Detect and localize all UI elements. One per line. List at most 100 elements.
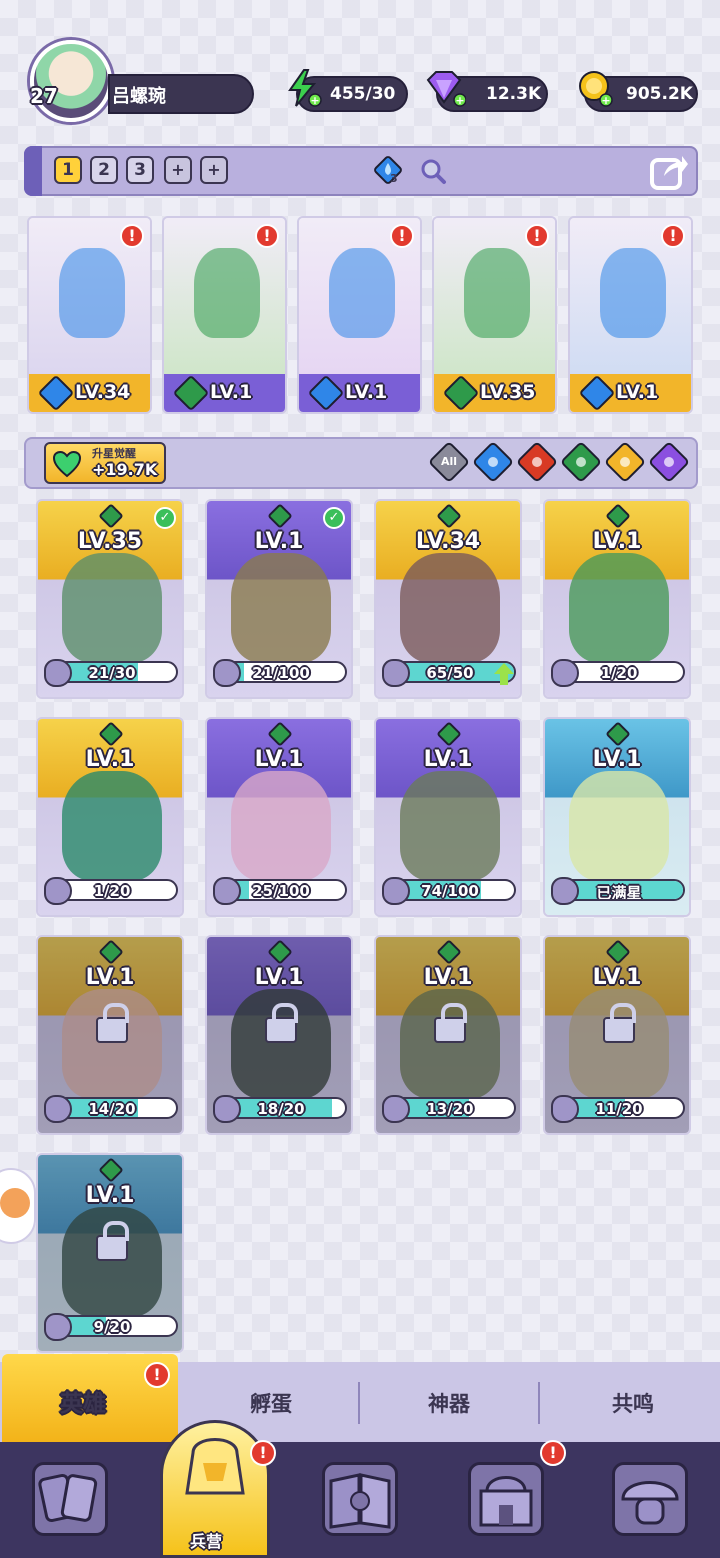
lock-icon	[265, 1003, 298, 1043]
shard-icon	[44, 877, 72, 905]
element-filter-icon	[661, 454, 677, 470]
player-level: 27	[30, 84, 58, 108]
team-slot-2[interactable]: 2	[90, 156, 118, 184]
shard-icon	[382, 659, 410, 687]
tab-heroes-alert: !	[144, 1362, 170, 1388]
hero-portrait	[400, 553, 500, 663]
castle-nav-alert: !	[540, 1440, 566, 1466]
lightning-icon: +	[282, 68, 322, 108]
tab-divider	[358, 1382, 360, 1424]
element-filter-icon	[485, 454, 501, 470]
team-hero-card[interactable]: LV.35!	[432, 216, 557, 414]
hero-card[interactable]: LV.1 已满星	[543, 717, 691, 917]
book-nav-icon[interactable]	[322, 1462, 398, 1536]
svg-text:+: +	[601, 94, 610, 107]
tab-divider	[538, 1382, 540, 1424]
filter-all-label: All	[440, 455, 458, 468]
tab-hatch[interactable]: 孵蛋	[250, 1388, 292, 1418]
hero-card[interactable]: LV.1 ✓ 21/100	[205, 499, 353, 699]
lock-icon	[96, 1003, 129, 1043]
hero-card[interactable]: LV.1 74/100	[374, 717, 522, 917]
hero-level: LV.1	[423, 965, 473, 990]
hero-level: LV.1	[254, 747, 304, 772]
shard-icon	[213, 877, 241, 905]
team-slot-1[interactable]: 1	[54, 156, 82, 184]
element-filter-icon	[529, 454, 545, 470]
shard-icon	[551, 877, 579, 905]
team-slot-add-2[interactable]: +	[200, 156, 228, 184]
hero-card[interactable]: LV.1 11/20	[543, 935, 691, 1135]
svg-text:+: +	[310, 94, 319, 107]
shard-icon	[213, 659, 241, 687]
team-slot-add-1[interactable]: +	[164, 156, 192, 184]
hero-card[interactable]: LV.34 65/50	[374, 499, 522, 699]
element-filter-icon	[617, 454, 633, 470]
shard-icon	[44, 1095, 72, 1123]
share-icon[interactable]	[648, 150, 690, 192]
hero-portrait	[569, 553, 669, 663]
hero-portrait	[62, 771, 162, 881]
hero-portrait	[62, 553, 162, 663]
hero-level: LV.1	[85, 747, 135, 772]
hero-portrait	[400, 771, 500, 881]
hero-portrait	[569, 771, 669, 881]
hero-level: LV.1	[254, 965, 304, 990]
hero-card[interactable]: LV.1 18/20	[205, 935, 353, 1135]
hero-level: LV.1	[592, 965, 642, 990]
hero-level: LV.1	[254, 529, 304, 554]
side-helper-avatar[interactable]	[0, 1168, 36, 1244]
water-element-icon[interactable]	[372, 154, 404, 186]
gems-value: 12.3K	[486, 84, 542, 104]
hero-level: LV.34	[415, 529, 481, 554]
hero-alert-badge: !	[661, 224, 685, 248]
team-hero-card[interactable]: LV.34!	[27, 216, 152, 414]
hero-level: LV.1	[345, 381, 388, 403]
barracks-nav-label: 兵营	[190, 1532, 223, 1551]
team-hero-card[interactable]: LV.1!	[162, 216, 287, 414]
search-icon[interactable]	[418, 156, 448, 186]
hero-level: LV.1	[592, 747, 642, 772]
lock-icon	[96, 1221, 129, 1261]
hero-alert-badge: !	[525, 224, 549, 248]
hero-card[interactable]: LV.1 1/20	[36, 717, 184, 917]
hero-card[interactable]: LV.1 13/20	[374, 935, 522, 1135]
shard-icon	[382, 877, 410, 905]
hero-portrait	[231, 771, 331, 881]
element-filter-icon	[573, 454, 589, 470]
castle-nav-icon[interactable]	[468, 1462, 544, 1536]
lock-icon	[603, 1003, 636, 1043]
shard-icon	[44, 659, 72, 687]
coin-icon: +	[574, 68, 614, 108]
hero-card[interactable]: LV.35 ✓ 21/30	[36, 499, 184, 699]
tab-heroes[interactable]: 英雄	[60, 1384, 106, 1418]
gold-value: 905.2K	[626, 84, 693, 104]
heart-icon	[52, 450, 82, 478]
shard-icon	[551, 1095, 579, 1123]
hero-alert-badge: !	[120, 224, 144, 248]
hero-card[interactable]: LV.1 9/20	[36, 1153, 184, 1353]
hero-level: LV.35	[77, 529, 143, 554]
team-hero-card[interactable]: LV.1!	[297, 216, 422, 414]
hero-level: LV.1	[85, 1183, 135, 1208]
diamond-icon: +	[422, 68, 467, 108]
hero-card[interactable]: LV.1 14/20	[36, 935, 184, 1135]
cards-nav-icon[interactable]	[32, 1462, 108, 1536]
hero-level: LV.1	[592, 529, 642, 554]
mushroom-nav-icon[interactable]	[612, 1462, 688, 1536]
hero-level: LV.1	[423, 747, 473, 772]
hero-level: LV.1	[85, 965, 135, 990]
player-avatar[interactable]	[30, 40, 112, 122]
hero-level: LV.1	[210, 381, 253, 403]
team-slot-3[interactable]: 3	[126, 156, 154, 184]
awaken-label: 升星觉醒	[92, 447, 136, 460]
hero-card[interactable]: LV.1 1/20	[543, 499, 691, 699]
tab-artifacts[interactable]: 神器	[428, 1388, 470, 1418]
svg-text:+: +	[455, 94, 464, 107]
lock-icon	[434, 1003, 467, 1043]
hero-level: LV.1	[616, 381, 659, 403]
team-hero-card[interactable]: LV.1!	[568, 216, 693, 414]
hero-card[interactable]: LV.1 25/100	[205, 717, 353, 917]
hero-portrait	[231, 553, 331, 663]
tab-resonance[interactable]: 共鸣	[612, 1388, 654, 1418]
hero-alert-badge: !	[390, 224, 414, 248]
